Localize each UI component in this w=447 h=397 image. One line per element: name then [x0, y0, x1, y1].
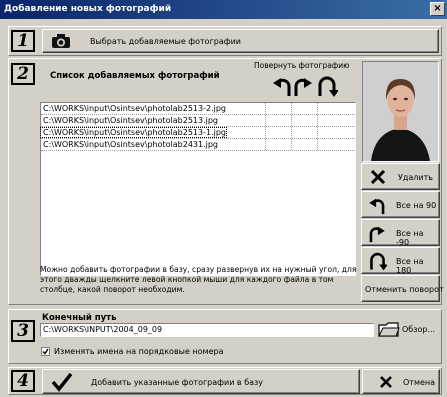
hint-text: Можно добавить фотографии в базу, сразу …: [40, 265, 357, 294]
delete-button[interactable]: Удалить: [361, 163, 440, 190]
camera-icon: [51, 33, 71, 49]
file-list: C:\WORKS\input\Osintsev\photolab2513-2.j…: [40, 102, 356, 276]
list-title: Список добавляемых фотографий: [50, 71, 220, 81]
delete-x-icon: [370, 169, 386, 185]
select-photos-label: Выбрать добавляемые фотографии: [90, 37, 241, 46]
step-number-2: 2: [11, 63, 35, 85]
rotate-180-icon: [368, 251, 387, 271]
browse-button[interactable]: Обзор...: [378, 318, 442, 342]
list-item[interactable]: C:\WORKS\input\Osintsev\photolab2431.jpg: [41, 139, 355, 151]
rotate-180-icon: [316, 75, 338, 97]
window-title: Добавление новых фотографий: [4, 4, 172, 14]
rotate-all-180-button[interactable]: Все на 180: [361, 247, 440, 275]
rotate-left-icon: [368, 196, 386, 215]
close-x-icon: [379, 375, 393, 389]
rotate-right-icon: [368, 224, 386, 243]
rotate-all-minus90-button[interactable]: Все на -90: [361, 219, 440, 247]
list-item[interactable]: C:\WORKS\input\Osintsev\photolab2513.jpg: [41, 115, 355, 127]
cancel-button[interactable]: Отмена: [362, 369, 440, 394]
folder-icon: [378, 320, 400, 338]
rotate-all-90-button[interactable]: Все на 90: [361, 191, 440, 218]
rotate-header: Повернуть фотографию: [254, 61, 350, 70]
checkmark-icon: [51, 372, 73, 392]
select-photos-button[interactable]: Выбрать добавляемые фотографии: [42, 29, 439, 53]
close-button[interactable]: ×: [430, 2, 445, 16]
list-item[interactable]: C:\WORKS\input\Osintsev\photolab2513-1.j…: [40, 127, 355, 139]
list-item[interactable]: C:\WORKS\input\Osintsev\photolab2513-2.j…: [41, 103, 355, 115]
checkmark-icon: [42, 348, 49, 355]
path-input[interactable]: C:\WORKS\INPUT\2004_09_09: [40, 323, 374, 337]
path-label: Конечный путь: [42, 313, 117, 323]
list-header: Список добавляемых фотографий Повернуть …: [40, 61, 356, 102]
rotate-left-icon: [272, 75, 292, 97]
rename-label: Изменять имена на порядковые номера: [54, 347, 224, 356]
add-photos-button[interactable]: Добавить указанные фотографии в базу: [42, 369, 360, 394]
cancel-rotation-button[interactable]: Отменить поворот: [361, 275, 444, 302]
step-number-1: 1: [11, 30, 35, 52]
photo-preview: [362, 61, 439, 162]
title-bar: Добавление новых фотографий: [0, 0, 447, 19]
step-number-3: 3: [11, 320, 35, 342]
rename-checkbox[interactable]: [41, 347, 50, 356]
rotate-right-icon: [293, 75, 313, 97]
step-number-4: 4: [11, 370, 35, 392]
